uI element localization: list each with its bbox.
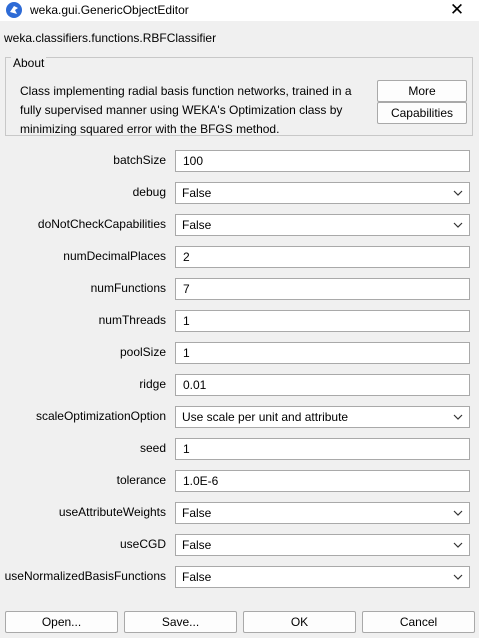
property-row-scaleOptimizationOption: scaleOptimizationOption Use scale per un… [0, 405, 479, 429]
chevron-down-icon [453, 190, 463, 196]
open-button[interactable]: Open... [5, 611, 118, 633]
property-row-numThreads: numThreads 1 [0, 309, 479, 333]
ok-button[interactable]: OK [243, 611, 356, 633]
class-name-label: weka.classifiers.functions.RBFClassifier [4, 31, 217, 45]
property-label: useAttributeWeights [58, 505, 166, 519]
capabilities-button[interactable]: Capabilities [377, 102, 467, 124]
select-value: False [182, 570, 212, 584]
about-legend: About [11, 56, 47, 70]
property-label: numDecimalPlaces [63, 249, 166, 263]
cancel-button[interactable]: Cancel [362, 611, 475, 633]
property-label: doNotCheckCapabilities [37, 217, 166, 231]
useAttributeWeights-select[interactable]: False [175, 502, 470, 524]
ridge-input[interactable]: 0.01 [175, 374, 470, 396]
numThreads-input[interactable]: 1 [175, 310, 470, 332]
property-row-useAttributeWeights: useAttributeWeights False [0, 501, 479, 525]
property-row-useNormalizedBasisFunctions: useNormalizedBasisFunctions False [0, 565, 479, 589]
property-label: poolSize [119, 345, 166, 359]
poolSize-input[interactable]: 1 [175, 342, 470, 364]
property-label: numThreads [98, 313, 166, 327]
property-row-poolSize: poolSize 1 [0, 341, 479, 365]
property-label: debug [132, 185, 166, 199]
property-label: ridge [139, 377, 166, 391]
chevron-down-icon [453, 510, 463, 516]
title-bar: weka.gui.GenericObjectEditor ✕ [0, 0, 479, 21]
chevron-down-icon [453, 574, 463, 580]
property-row-tolerance: tolerance 1.0E-6 [0, 469, 479, 493]
property-label: useCGD [119, 537, 166, 551]
property-row-numFunctions: numFunctions 7 [0, 277, 479, 301]
property-row-batchSize: batchSize 100 [0, 149, 479, 173]
property-row-useCGD: useCGD False [0, 533, 479, 557]
chevron-down-icon [453, 542, 463, 548]
save-button[interactable]: Save... [124, 611, 237, 633]
scaleOptimizationOption-select[interactable]: Use scale per unit and attribute [175, 406, 470, 428]
about-panel: About Class implementing radial basis fu… [5, 56, 473, 136]
numDecimalPlaces-input[interactable]: 2 [175, 246, 470, 268]
select-value: Use scale per unit and attribute [182, 410, 349, 424]
property-row-doNotCheckCapabilities: doNotCheckCapabilities False [0, 213, 479, 237]
numFunctions-input[interactable]: 7 [175, 278, 470, 300]
property-label: useNormalizedBasisFunctions [4, 569, 166, 583]
select-value: False [182, 186, 212, 200]
property-label: scaleOptimizationOption [35, 409, 166, 423]
useCGD-select[interactable]: False [175, 534, 470, 556]
property-row-debug: debug False [0, 181, 479, 205]
debug-select[interactable]: False [175, 182, 470, 204]
select-value: False [182, 218, 212, 232]
chevron-down-icon [453, 414, 463, 420]
select-value: False [182, 506, 212, 520]
close-icon[interactable]: ✕ [445, 0, 469, 21]
doNotCheckCapabilities-select[interactable]: False [175, 214, 470, 236]
property-label: numFunctions [90, 281, 166, 295]
property-row-seed: seed 1 [0, 437, 479, 461]
window-title: weka.gui.GenericObjectEditor [30, 3, 189, 17]
tolerance-input[interactable]: 1.0E-6 [175, 470, 470, 492]
batchSize-input[interactable]: 100 [175, 150, 470, 172]
property-label: batchSize [113, 153, 166, 167]
useNormalizedBasisFunctions-select[interactable]: False [175, 566, 470, 588]
select-value: False [182, 538, 212, 552]
property-label: seed [139, 441, 166, 455]
more-button[interactable]: More [377, 80, 467, 102]
property-label: tolerance [116, 473, 166, 487]
property-row-ridge: ridge 0.01 [0, 373, 479, 397]
property-row-numDecimalPlaces: numDecimalPlaces 2 [0, 245, 479, 269]
chevron-down-icon [453, 222, 463, 228]
weka-bird-icon [6, 2, 22, 18]
about-description: Class implementing radial basis function… [20, 84, 352, 136]
seed-input[interactable]: 1 [175, 438, 470, 460]
